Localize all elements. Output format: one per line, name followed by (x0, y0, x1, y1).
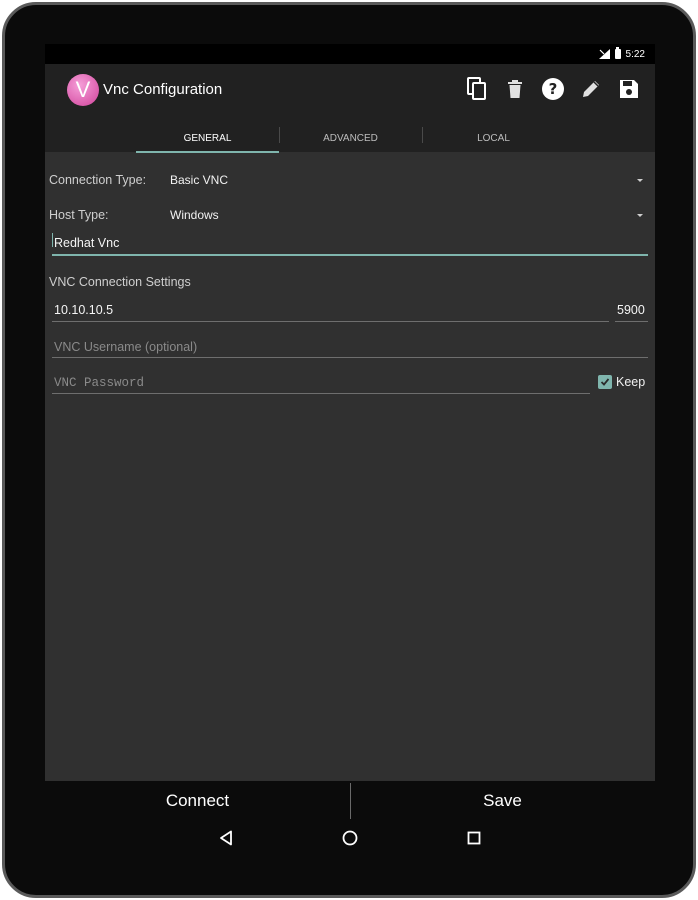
port-input[interactable]: 5900 (615, 300, 648, 322)
home-button[interactable] (341, 829, 359, 847)
tab-general[interactable]: GENERAL (136, 123, 279, 153)
app-logo: V (67, 74, 99, 106)
delete-button[interactable] (503, 76, 527, 102)
host-type-label: Host Type: (49, 208, 109, 222)
connection-type-spinner[interactable]: Basic VNC (165, 166, 655, 194)
app-bar: V Vnc Configuration ? GENERAL ADVANCED L… (45, 64, 655, 153)
text-cursor (52, 233, 53, 247)
signal-icon (598, 49, 610, 59)
password-input[interactable]: VNC Password (52, 372, 590, 394)
checkbox-checked-icon (598, 375, 612, 389)
connect-button[interactable]: Connect (45, 781, 350, 821)
edit-button[interactable] (579, 76, 603, 102)
screen: 5:22 V Vnc Configuration ? GENERAL ADVAN… (45, 44, 655, 781)
help-icon: ? (542, 78, 564, 100)
tab-advanced[interactable]: ADVANCED (279, 123, 422, 153)
host-type-spinner[interactable]: Windows (165, 201, 655, 229)
svg-text:?: ? (549, 80, 558, 98)
tab-local[interactable]: LOCAL (422, 123, 565, 153)
nickname-input[interactable]: Redhat Vnc (52, 232, 648, 256)
check-icon (600, 378, 610, 386)
back-icon (220, 830, 232, 846)
tab-bar: GENERAL ADVANCED LOCAL (136, 123, 565, 153)
app-title: Vnc Configuration (103, 81, 223, 98)
vnc-settings-heading: VNC Connection Settings (49, 275, 191, 289)
save-config-button[interactable]: Save (350, 781, 655, 821)
recents-icon (467, 831, 481, 845)
delete-icon (508, 80, 522, 98)
help-button[interactable]: ? (541, 76, 565, 102)
back-button[interactable] (217, 829, 235, 847)
host-value: 10.10.10.5 (54, 303, 114, 317)
copy-icon (467, 77, 486, 100)
keep-label: Keep (616, 375, 646, 389)
edit-icon (583, 81, 599, 97)
bottom-button-bar: Connect Save (45, 781, 655, 821)
status-time: 5:22 (625, 48, 645, 60)
general-form: Connection Type: Basic VNC Host Type: Wi… (45, 152, 655, 781)
password-placeholder: VNC Password (54, 376, 145, 390)
recents-button[interactable] (465, 829, 483, 847)
nickname-value: Redhat Vnc (54, 236, 120, 250)
chevron-down-icon (637, 214, 643, 217)
save-icon (620, 80, 638, 98)
system-nav-bar (45, 821, 655, 855)
username-input[interactable]: VNC Username (optional) (52, 336, 648, 358)
save-button[interactable] (617, 76, 641, 102)
connection-type-value: Basic VNC (170, 173, 229, 187)
host-input[interactable]: 10.10.10.5 (52, 300, 609, 322)
toolbar-actions: ? (465, 76, 641, 102)
username-placeholder: VNC Username (optional) (54, 340, 198, 354)
port-value: 5900 (617, 303, 645, 317)
chevron-down-icon (637, 179, 643, 182)
battery-icon (614, 47, 621, 59)
keep-password-checkbox[interactable]: Keep (598, 375, 645, 389)
status-bar: 5:22 (45, 44, 655, 64)
copy-button[interactable] (465, 76, 489, 102)
host-type-value: Windows (170, 208, 219, 222)
connection-type-label: Connection Type: (49, 173, 147, 187)
home-icon (342, 830, 358, 846)
